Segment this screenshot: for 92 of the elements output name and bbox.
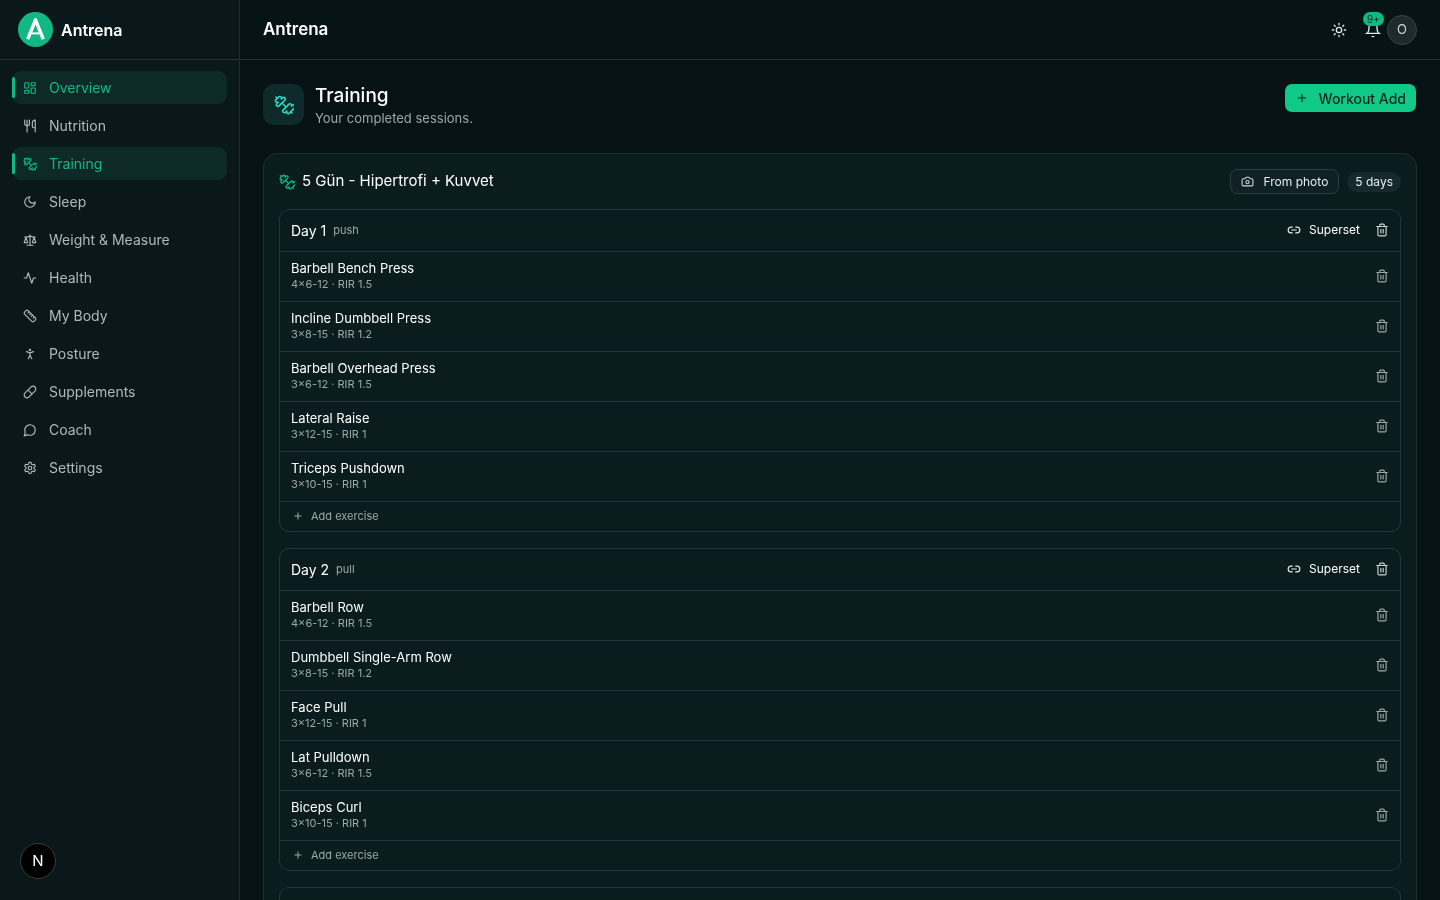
pulse-icon	[23, 270, 37, 285]
add-exercise-button[interactable]: Add exercise	[280, 501, 1400, 531]
exercise-detail: 3×10-15 · RIR 1	[291, 477, 368, 492]
day-title: Day 1	[291, 220, 327, 241]
exercise-detail: 3×6-12 · RIR 1.5	[291, 766, 372, 781]
exercise-detail: 3×6-12 · RIR 1.5	[291, 377, 373, 392]
moon-icon	[23, 194, 37, 209]
exercise-name: Dumbbell Single-Arm Row	[291, 649, 452, 666]
trash-icon[interactable]	[1375, 658, 1389, 672]
exercise-row[interactable]: Lateral Raise 3×12-15 · RIR 1	[280, 401, 1400, 452]
plus-icon	[292, 849, 304, 861]
notification-badge: 9+	[1363, 11, 1384, 26]
superset-button[interactable]: Superset	[1287, 560, 1360, 578]
dumbbell-icon	[273, 94, 294, 115]
trash-icon[interactable]	[1375, 608, 1389, 622]
exercise-row[interactable]: Barbell Bench Press 4×6-12 · RIR 1.5	[280, 251, 1400, 302]
dumbbell-icon	[23, 156, 37, 171]
exercise-row[interactable]: Barbell Row 4×6-12 · RIR 1.5	[280, 590, 1400, 641]
exercise-detail: 4×6-12 · RIR 1.5	[291, 277, 374, 292]
exercise-name: Lat Pulldown	[291, 749, 371, 766]
exercise-row[interactable]: Biceps Curl 3×10-15 · RIR 1	[280, 790, 1400, 841]
logo-icon	[18, 12, 53, 47]
days-badge: 5 days	[1347, 171, 1401, 192]
person-icon	[23, 346, 37, 361]
exercise-name: Triceps Pushdown	[291, 460, 405, 477]
exercise-name: Lateral Raise	[291, 410, 370, 427]
exercise-detail: 4×6-12 · RIR 1.5	[291, 616, 373, 631]
exercise-row[interactable]: Barbell Overhead Press 3×6-12 · RIR 1.5	[280, 351, 1400, 402]
settings-icon	[23, 460, 37, 475]
exercise-detail: 3×8-15 · RIR 1.2	[291, 327, 373, 342]
dev-badge[interactable]: N	[20, 843, 56, 879]
sidebar-item[interactable]: Health	[12, 261, 227, 294]
exercise-row[interactable]: Lat Pulldown 3×6-12 · RIR 1.5	[280, 740, 1400, 791]
link-icon	[1287, 562, 1302, 576]
sidebar-item[interactable]: My Body	[12, 299, 227, 332]
sidebar-item[interactable]: Weight & Measure	[12, 223, 227, 256]
exercise-name: Biceps Curl	[291, 799, 363, 816]
link-icon	[1287, 223, 1302, 237]
trash-icon[interactable]	[1375, 808, 1389, 822]
sidebar-item[interactable]: Training	[12, 147, 227, 180]
superset-button[interactable]: Superset	[1287, 221, 1360, 239]
from-photo-button[interactable]: From photo	[1229, 169, 1340, 194]
add-exercise-button[interactable]: Add exercise	[280, 840, 1400, 870]
trash-icon[interactable]	[1375, 708, 1389, 722]
camera-icon	[1240, 175, 1254, 188]
day-title: Day 2	[291, 559, 330, 580]
utensils-icon	[23, 118, 37, 133]
ruler-icon	[23, 308, 37, 323]
trash-icon[interactable]	[1375, 469, 1389, 483]
exercise-name: Face Pull	[291, 699, 348, 716]
sidebar-item[interactable]: Nutrition	[12, 109, 227, 142]
exercise-row[interactable]: Face Pull 3×12-15 · RIR 1	[280, 690, 1400, 741]
day-tag: push	[333, 221, 359, 239]
program-title: 5 Gün - Hipertrofi + Kuvvet	[302, 170, 494, 193]
scale-icon	[23, 232, 37, 247]
sidebar-item[interactable]: Supplements	[12, 375, 227, 408]
dumbbell-icon	[279, 173, 295, 190]
plus-icon	[292, 510, 304, 522]
exercise-row[interactable]: Dumbbell Single-Arm Row 3×8-15 · RIR 1.2	[280, 640, 1400, 691]
page-title: Training	[315, 84, 390, 108]
trash-icon[interactable]	[1375, 419, 1389, 433]
avatar[interactable]: O	[1387, 14, 1417, 45]
exercise-row[interactable]: Incline Dumbbell Press 3×8-15 · RIR 1.2	[280, 301, 1400, 352]
sidebar-item[interactable]: Overview	[12, 71, 227, 104]
exercise-row[interactable]: Triceps Pushdown 3×10-15 · RIR 1	[280, 451, 1400, 502]
sidebar-item[interactable]: Coach	[12, 413, 227, 446]
sidebar-item[interactable]: Settings	[12, 451, 227, 484]
sidebar-item[interactable]: Posture	[12, 337, 227, 370]
trash-icon[interactable]	[1375, 319, 1389, 333]
page-header-title: Antrena	[263, 17, 329, 41]
page-subtitle: Your completed sessions.	[315, 109, 473, 128]
exercise-name: Barbell Bench Press	[291, 260, 415, 277]
exercise-name: Barbell Overhead Press	[291, 360, 436, 377]
trash-icon[interactable]	[1375, 562, 1389, 576]
sun-icon[interactable]	[1331, 21, 1347, 38]
trash-icon[interactable]	[1375, 269, 1389, 283]
trash-icon[interactable]	[1375, 758, 1389, 772]
day-tag: pull	[336, 560, 355, 578]
trash-icon[interactable]	[1375, 223, 1389, 237]
exercise-detail: 3×10-15 · RIR 1	[291, 816, 367, 831]
exercise-name: Incline Dumbbell Press	[291, 310, 431, 327]
workout-add-button[interactable]: Workout Add	[1284, 84, 1416, 112]
pill-icon	[23, 384, 37, 399]
trash-icon[interactable]	[1375, 369, 1389, 383]
chat-icon	[23, 422, 37, 437]
exercise-detail: 3×8-15 · RIR 1.2	[291, 666, 373, 681]
exercise-name: Barbell Row	[291, 599, 365, 616]
sidebar-item[interactable]: Sleep	[12, 185, 227, 218]
exercise-detail: 3×12-15 · RIR 1	[291, 427, 368, 442]
grid-icon	[23, 80, 37, 95]
exercise-detail: 3×12-15 · RIR 1	[291, 716, 367, 731]
brand-name: Antrena	[61, 18, 123, 42]
